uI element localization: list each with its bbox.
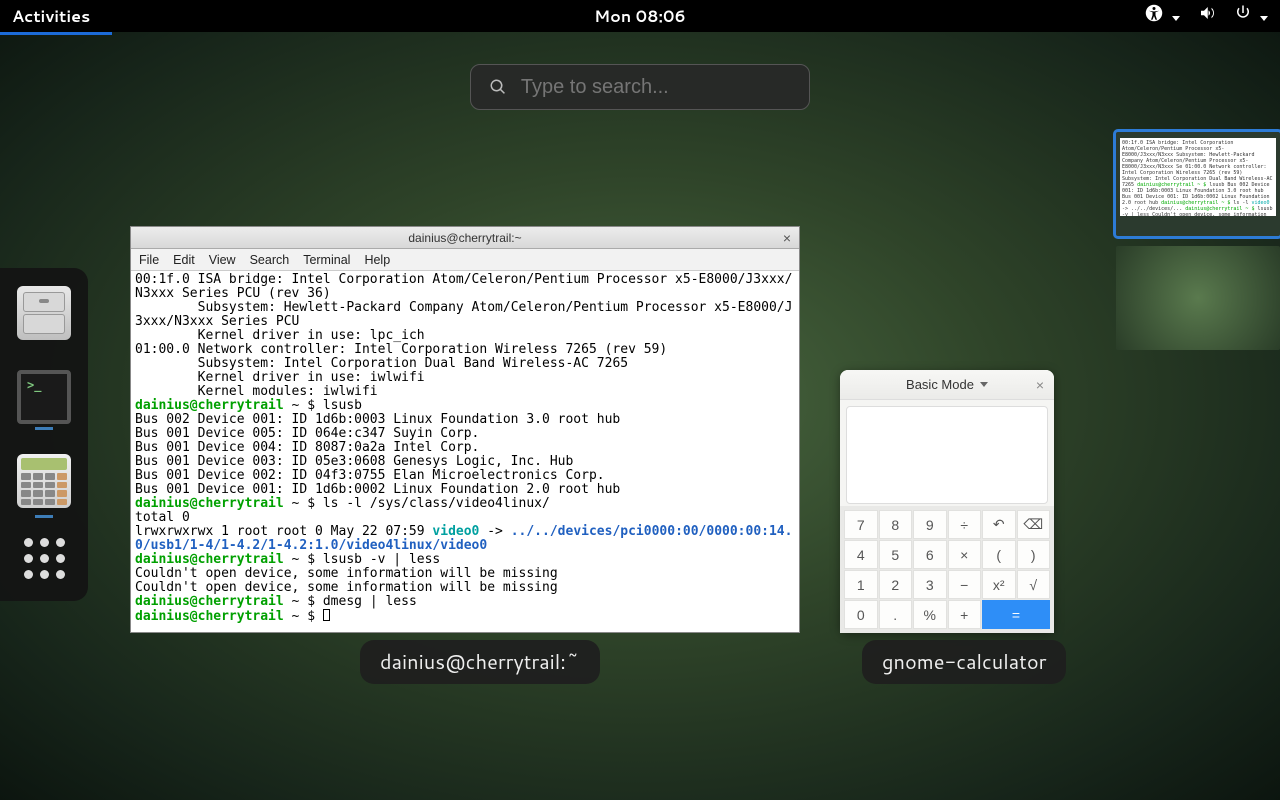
terminal-cursor (323, 609, 330, 621)
workspace-thumb-preview: 00:1f.0 ISA bridge: Intel Corporation At… (1120, 138, 1276, 216)
activities-underline (0, 32, 112, 35)
chevron-down-icon (1172, 16, 1180, 21)
calc-key-equals[interactable]: = (982, 600, 1050, 629)
dash-app-calculator[interactable] (17, 454, 71, 508)
close-button[interactable]: × (1036, 377, 1044, 393)
running-indicator (35, 427, 53, 430)
activities-button[interactable]: Activities (12, 5, 90, 28)
top-panel: Activities Mon 08:06 (0, 0, 1280, 32)
chevron-down-icon (1260, 16, 1268, 21)
accessibility-menu[interactable] (1145, 4, 1179, 28)
accessibility-icon (1145, 4, 1163, 22)
volume-menu[interactable] (1198, 4, 1216, 28)
menu-edit[interactable]: Edit (173, 253, 195, 267)
overview-search[interactable] (470, 64, 810, 110)
calc-key-0[interactable]: 0 (844, 600, 878, 629)
search-icon (489, 77, 507, 97)
calc-key-rparen[interactable]: ) (1017, 540, 1051, 569)
dash-app-terminal[interactable] (17, 370, 71, 424)
dash-app-files[interactable] (17, 286, 71, 340)
calc-key-1[interactable]: 1 (844, 570, 878, 599)
calc-key-8[interactable]: 8 (879, 510, 913, 539)
terminal-title: dainius@cherrytrail:~ (408, 231, 521, 245)
terminal-body[interactable]: 00:1f.0 ISA bridge: Intel Corporation At… (131, 271, 799, 632)
window-calculator[interactable]: Basic Mode × 7 8 9 ÷ ↶ ⌫ 4 5 6 × ( ) 1 2… (840, 370, 1054, 633)
calc-mode-label[interactable]: Basic Mode (906, 377, 974, 392)
power-menu[interactable] (1234, 4, 1268, 28)
calc-key-4[interactable]: 4 (844, 540, 878, 569)
calc-key-3[interactable]: 3 (913, 570, 947, 599)
show-applications-button[interactable] (24, 538, 65, 579)
window-terminal[interactable]: dainius@cherrytrail:~ × File Edit View S… (130, 226, 800, 633)
workspace-thumb-1[interactable]: 00:1f.0 ISA bridge: Intel Corporation At… (1116, 132, 1280, 236)
calc-key-lparen[interactable]: ( (982, 540, 1016, 569)
calc-key-sqrt[interactable]: √ (1017, 570, 1051, 599)
window-label-calculator: gnome-calculator (862, 640, 1066, 684)
menu-file[interactable]: File (139, 253, 159, 267)
calc-keypad: 7 8 9 ÷ ↶ ⌫ 4 5 6 × ( ) 1 2 3 − x² √ 0 .… (840, 506, 1054, 633)
terminal-titlebar[interactable]: dainius@cherrytrail:~ × (131, 227, 799, 249)
calc-key-9[interactable]: 9 (913, 510, 947, 539)
close-button[interactable]: × (783, 230, 791, 246)
menu-terminal[interactable]: Terminal (303, 253, 350, 267)
menu-search[interactable]: Search (250, 253, 290, 267)
power-icon (1234, 4, 1252, 22)
calc-titlebar[interactable]: Basic Mode × (840, 370, 1054, 400)
calc-key-square[interactable]: x² (982, 570, 1016, 599)
menu-view[interactable]: View (209, 253, 236, 267)
menu-help[interactable]: Help (364, 253, 390, 267)
calc-key-divide[interactable]: ÷ (948, 510, 982, 539)
calc-display[interactable] (846, 406, 1048, 504)
calc-key-5[interactable]: 5 (879, 540, 913, 569)
calc-key-multiply[interactable]: × (948, 540, 982, 569)
chevron-down-icon (980, 382, 988, 387)
calc-key-6[interactable]: 6 (913, 540, 947, 569)
clock[interactable]: Mon 08:06 (594, 5, 686, 28)
status-area (1145, 4, 1268, 28)
calc-key-minus[interactable]: − (948, 570, 982, 599)
terminal-menubar: File Edit View Search Terminal Help (131, 249, 799, 271)
volume-icon (1198, 4, 1216, 22)
calc-key-percent[interactable]: % (913, 600, 947, 629)
workspace-switcher: 00:1f.0 ISA bridge: Intel Corporation At… (1100, 132, 1280, 350)
calc-key-plus[interactable]: + (948, 600, 982, 629)
dash (0, 268, 88, 601)
calc-key-undo[interactable]: ↶ (982, 510, 1016, 539)
calc-key-dot[interactable]: . (879, 600, 913, 629)
window-label-terminal: dainius@cherrytrail:~ (360, 640, 600, 684)
calc-key-7[interactable]: 7 (844, 510, 878, 539)
running-indicator (35, 515, 53, 518)
calc-key-2[interactable]: 2 (879, 570, 913, 599)
workspace-thumb-2[interactable] (1116, 246, 1280, 350)
calc-key-backspace[interactable]: ⌫ (1017, 510, 1051, 539)
search-input[interactable] (521, 76, 791, 99)
